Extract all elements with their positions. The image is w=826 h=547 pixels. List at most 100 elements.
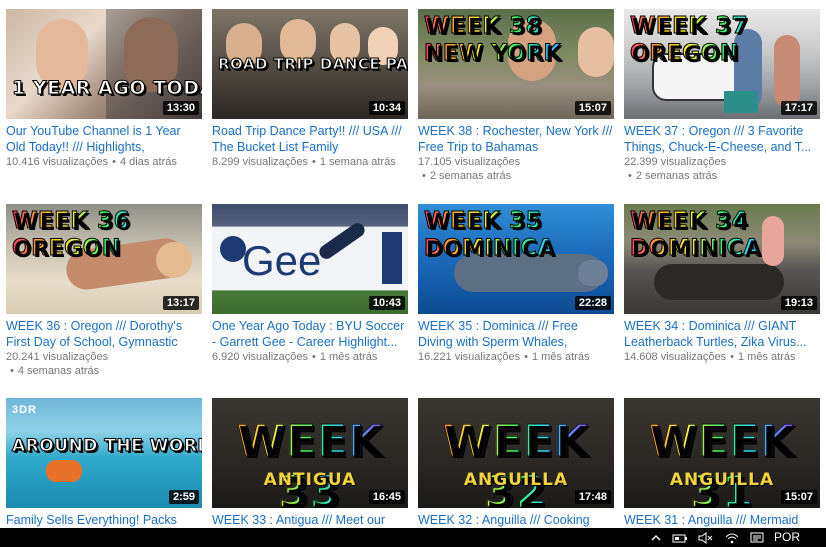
duration-badge: 17:48 (574, 490, 611, 504)
duration-badge: 10:43 (368, 296, 405, 310)
duration-badge: 22:28 (574, 296, 611, 310)
duration-badge: 10:34 (368, 101, 405, 115)
video-title-link[interactable]: WEEK 37 : Oregon /// 3 Favorite Things, … (624, 123, 820, 155)
thumbnail-place-text: DOMINICA (630, 237, 814, 260)
banner-text: Gee (242, 237, 322, 284)
video-card[interactable]: 3DR AROUND THE WORLD!! 2:59 Family Sells… (6, 398, 202, 528)
video-meta: 20.241 visualizações • 4 semanas atrás (6, 350, 202, 378)
video-title-link[interactable]: WEEK 35 : Dominica /// Free Diving with … (418, 318, 614, 350)
thumbnail-week-text: WEEK 34 (630, 209, 814, 233)
view-count: 8.299 visualizações (212, 156, 309, 168)
thumbnail-week-text: WEEK 35 (424, 209, 608, 233)
view-count: 20.241 visualizações (6, 351, 109, 363)
video-thumbnail[interactable]: WEEK 31 ANGUILLA 15:07 (624, 398, 820, 508)
video-thumbnail[interactable]: 3DR AROUND THE WORLD!! 2:59 (6, 398, 202, 508)
video-meta: 17.105 visualizações • 2 semanas atrás (418, 155, 614, 183)
wifi-icon[interactable] (724, 532, 740, 544)
system-tray: POR (650, 528, 826, 547)
duration-badge: 19:13 (780, 296, 817, 310)
thumbnail-place-text: OREGON (12, 237, 196, 260)
view-count: 10.416 visualizações (6, 156, 109, 168)
video-title-link[interactable]: One Year Ago Today : BYU Soccer - Garret… (212, 318, 408, 350)
video-thumbnail[interactable]: 1 YEAR AGO TODAY!! 13:30 (6, 9, 202, 119)
duration-badge: 15:07 (574, 101, 611, 115)
thumbnail-place-text: OREGON (630, 42, 814, 65)
video-meta: 22.399 visualizações • 2 semanas atrás (624, 155, 820, 183)
thumbnail-week-text: WEEK 36 (12, 209, 196, 233)
speaker-muted-icon[interactable] (698, 531, 714, 544)
meta-separator: • (112, 156, 116, 168)
thumbnail-place-text: ANGUILLA (463, 470, 569, 490)
upload-age: 1 semana atrás (319, 156, 396, 168)
video-card[interactable]: WEEK 33 ANTIGUA 16:45 WEEK 33 : Antigua … (212, 398, 408, 528)
thumbnail-overlay-text: ROAD TRIP DANCE PARTY (218, 55, 409, 73)
video-thumbnail[interactable]: WEEK 34 DOMINICA 19:13 (624, 204, 820, 314)
video-thumbnail[interactable]: WEEK 37 OREGON 17:17 (624, 9, 820, 119)
video-card[interactable]: WEEK 36 OREGON 13:17 WEEK 36 : Oregon //… (6, 204, 202, 378)
thumbnail-place-text: ANGUILLA (669, 470, 775, 490)
video-title-link[interactable]: Family Sells Everything! Packs (6, 512, 202, 528)
view-count: 16.221 visualizações (418, 351, 521, 363)
video-card[interactable]: WEEK 35 DOMINICA 22:28 WEEK 35 : Dominic… (418, 204, 614, 364)
meta-separator: • (524, 351, 528, 363)
duration-badge: 17:17 (780, 101, 817, 115)
meta-separator: • (628, 170, 632, 182)
video-thumbnail[interactable]: WEEK 38 NEW YORK 15:07 (418, 9, 614, 119)
video-thumbnail[interactable]: WEEK 36 OREGON 13:17 (6, 204, 202, 314)
view-count: 17.105 visualizações (418, 156, 521, 168)
upload-age: 4 semanas atrás (17, 365, 100, 377)
battery-icon[interactable] (672, 532, 688, 544)
upload-age: 2 semanas atrás (429, 170, 512, 182)
meta-separator: • (10, 365, 14, 377)
channel-watermark-logo: 3DR (12, 404, 38, 416)
thumbnail-overlay-text: AROUND THE WORLD!! (12, 436, 203, 456)
view-count: 14.608 visualizações (624, 351, 727, 363)
thumbnail-overlay-text: 1 YEAR AGO TODAY!! (12, 77, 203, 99)
chevron-up-icon[interactable] (650, 532, 662, 544)
meta-separator: • (422, 170, 426, 182)
video-card[interactable]: WEEK 34 DOMINICA 19:13 WEEK 34 : Dominic… (624, 204, 820, 364)
upload-age: 1 mês atrás (319, 351, 378, 363)
video-meta: 10.416 visualizações • 4 dias atrás (6, 155, 202, 169)
video-card[interactable]: WEEK 38 NEW YORK 15:07 WEEK 38 : Rochest… (418, 9, 614, 183)
thumbnail-week-text: WEEK 38 (424, 14, 608, 38)
thumbnail-place-text: ANTIGUA (263, 470, 357, 490)
video-thumbnail[interactable]: WEEK 32 ANGUILLA 17:48 (418, 398, 614, 508)
duration-badge: 13:17 (162, 296, 199, 310)
video-title-link[interactable]: WEEK 33 : Antigua /// Meet our (212, 512, 408, 528)
video-card[interactable]: WEEK 31 ANGUILLA 15:07 WEEK 31 : Anguill… (624, 398, 820, 528)
video-thumbnail[interactable]: WEEK 35 DOMINICA 22:28 (418, 204, 614, 314)
video-card[interactable]: ROAD TRIP DANCE PARTY 10:34 Road Trip Da… (212, 9, 408, 169)
windows-taskbar: POR (0, 528, 826, 547)
video-title-link[interactable]: WEEK 38 : Rochester, New York /// Free T… (418, 123, 614, 155)
video-thumbnail[interactable]: WEEK 33 ANTIGUA 16:45 (212, 398, 408, 508)
video-thumbnail[interactable]: ROAD TRIP DANCE PARTY 10:34 (212, 9, 408, 119)
video-title-link[interactable]: WEEK 34 : Dominica /// GIANT Leatherback… (624, 318, 820, 350)
video-meta: 14.608 visualizações • 1 mês atrás (624, 350, 820, 364)
view-count: 22.399 visualizações (624, 156, 727, 168)
video-card[interactable]: WEEK 32 ANGUILLA 17:48 WEEK 32 : Anguill… (418, 398, 614, 528)
view-count: 6.920 visualizações (212, 351, 309, 363)
meta-separator: • (312, 351, 316, 363)
video-title-link[interactable]: WEEK 36 : Oregon /// Dorothy's First Day… (6, 318, 202, 350)
upload-age: 1 mês atrás (737, 351, 796, 363)
input-language-indicator[interactable]: POR (774, 528, 800, 547)
duration-badge: 13:30 (162, 101, 199, 115)
video-card[interactable]: Gee 10:43 One Year Ago Today : BYU Socce… (212, 204, 408, 364)
thumbnail-place-text: NEW YORK (424, 42, 608, 65)
video-meta: 8.299 visualizações • 1 semana atrás (212, 155, 408, 169)
video-thumbnail[interactable]: Gee 10:43 (212, 204, 408, 314)
thumbnail-week-text: WEEK 37 (630, 14, 814, 38)
video-title-link[interactable]: Our YouTube Channel is 1 Year Old Today!… (6, 123, 202, 155)
upload-age: 1 mês atrás (531, 351, 590, 363)
video-grid: 1 YEAR AGO TODAY!! 13:30 Our YouTube Cha… (0, 0, 826, 528)
video-title-link[interactable]: Road Trip Dance Party!! /// USA /// The … (212, 123, 408, 155)
upload-age: 2 semanas atrás (635, 170, 718, 182)
video-card[interactable]: 1 YEAR AGO TODAY!! 13:30 Our YouTube Cha… (6, 9, 202, 169)
notification-icon[interactable] (750, 532, 764, 544)
video-title-link[interactable]: WEEK 32 : Anguilla /// Cooking (418, 512, 614, 528)
video-meta: 16.221 visualizações • 1 mês atrás (418, 350, 614, 364)
video-card[interactable]: WEEK 37 OREGON 17:17 WEEK 37 : Oregon //… (624, 9, 820, 183)
meta-separator: • (312, 156, 316, 168)
video-title-link[interactable]: WEEK 31 : Anguilla /// Mermaid (624, 512, 820, 528)
